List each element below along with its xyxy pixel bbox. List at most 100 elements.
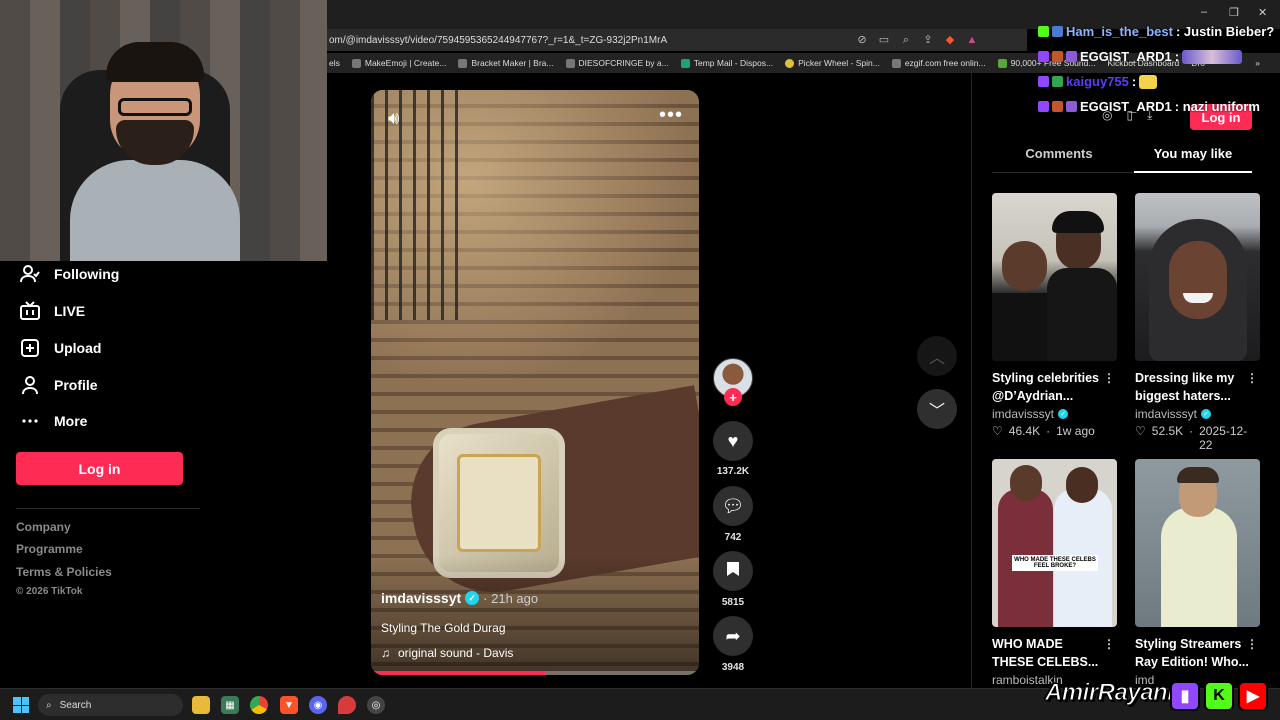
close-icon[interactable]: ✕ [1258, 6, 1267, 19]
comment-icon: 💬︎ [721, 495, 745, 516]
footer-link-programme[interactable]: Programme [16, 542, 83, 556]
video-caption: Styling The Gold Durag [381, 621, 506, 635]
calculator-icon[interactable]: ▦ [221, 696, 239, 714]
twitch-logo-icon: ▮ [1170, 681, 1200, 711]
tab-you-may-like[interactable]: You may like [1134, 146, 1252, 161]
video-progress-bar[interactable] [371, 671, 699, 675]
bookmark-label: Temp Mail - Dispos... [693, 58, 774, 68]
card-more-icon[interactable]: ⋮ [1246, 635, 1258, 653]
sidebar-login-button[interactable]: Log in [16, 452, 183, 485]
video-progress-fill [371, 671, 545, 675]
streamer-webcam [0, 0, 327, 261]
video-thumbnail[interactable] [992, 193, 1117, 361]
reader-icon[interactable]: ▭ [877, 33, 891, 47]
save-count: 5815 [721, 597, 745, 608]
card-title-text: WHO MADE THESE CELEBS... [992, 637, 1099, 669]
chrome-icon[interactable] [250, 696, 268, 714]
video-username[interactable]: imdavisssyt [381, 590, 461, 606]
video-thumbnail[interactable]: WHO MADE THESE CELEBS FEEL BROKE? [992, 459, 1117, 627]
recommended-video-card[interactable]: Dressing like my biggest haters... ⋮ imd… [1135, 193, 1260, 452]
sidebar-item-profile[interactable]: Profile [20, 375, 98, 395]
card-more-icon[interactable]: ⋮ [1103, 635, 1115, 653]
recommended-video-card[interactable]: Styling celebrities @D’Aydrian... ⋮ imda… [992, 193, 1117, 438]
bookmark-label: Bracket Maker | Bra... [471, 58, 554, 68]
brave-shield-icon[interactable]: ◆ [943, 33, 957, 47]
next-video-button[interactable]: ﹀ [917, 389, 957, 429]
taskbar-search[interactable]: ⌕ Search [38, 694, 183, 716]
video-thumbnail[interactable] [1135, 193, 1260, 361]
subscriber-badge-icon [1052, 51, 1063, 62]
follow-plus-button[interactable]: + [724, 388, 742, 406]
footer-link-company[interactable]: Company [16, 520, 71, 534]
twitch-badge-icon [1038, 51, 1049, 62]
tab-comments[interactable]: Comments [992, 146, 1126, 161]
card-more-icon[interactable]: ⋮ [1246, 369, 1258, 387]
meta-separator: · [1046, 424, 1051, 438]
volume-icon[interactable]: 🔊︎ [388, 108, 399, 129]
thumbnail-overlay-text: WHO MADE THESE CELEBS FEEL BROKE? [1012, 555, 1098, 571]
brave-rewards-icon[interactable]: ▲ [965, 33, 979, 47]
translate-icon[interactable]: ⊘ [855, 33, 869, 47]
bookmark-label: MakeEmoji | Create... [364, 58, 447, 68]
file-explorer-icon[interactable] [192, 696, 210, 714]
active-tab-indicator [1134, 171, 1252, 173]
recommended-video-card[interactable]: Styling Streamers Ray Edition! Who... ⋮ … [1135, 459, 1260, 687]
sidebar-item-live[interactable]: LIVE [20, 301, 85, 321]
card-author[interactable]: imdavisssyt ✓ [992, 407, 1117, 421]
share-button[interactable]: ➦ [713, 616, 753, 656]
card-more-icon[interactable]: ⋮ [1103, 369, 1115, 387]
bookmark[interactable]: ezgif.com free onlin... [891, 58, 986, 68]
zoom-icon[interactable]: ⌕ [899, 33, 913, 47]
twitch-badge-icon [1038, 101, 1049, 112]
minimize-icon[interactable]: – [1201, 6, 1207, 18]
bookmark[interactable]: Temp Mail - Dispos... [680, 58, 774, 68]
bookmark-label: DIESOFCRINGE by a... [578, 58, 669, 68]
bookmark[interactable]: MakeEmoji | Create... [351, 58, 447, 68]
maps-pin-icon[interactable] [338, 696, 356, 714]
bookmark[interactable]: Bracket Maker | Bra... [458, 58, 554, 68]
brave-icon[interactable]: ▼ [280, 696, 298, 714]
previous-video-button[interactable]: ︿ [917, 336, 957, 376]
card-title[interactable]: WHO MADE THESE CELEBS... ⋮ [992, 635, 1117, 671]
card-author-name: imdavisssyt [1135, 407, 1198, 421]
video-sound[interactable]: ♫ original sound - Davis [381, 646, 513, 660]
footer-link-terms[interactable]: Terms & Policies [16, 565, 112, 579]
chat-emote-icon [1182, 49, 1243, 64]
comment-count: 742 [724, 532, 742, 543]
video-more-options-icon[interactable]: ••• [659, 104, 683, 127]
card-title[interactable]: Dressing like my biggest haters... ⋮ [1135, 369, 1260, 405]
chat-message: EGGIST_ARD1 : [1038, 49, 1243, 64]
card-author[interactable]: imdavisssyt ✓ [1135, 407, 1260, 421]
video-player[interactable]: 🔊︎ ••• imdavisssyt ✓ · 21h ago Styling T… [371, 90, 699, 675]
subscriber-badge-icon [1052, 101, 1063, 112]
card-title[interactable]: Styling celebrities @D’Aydrian... ⋮ [992, 369, 1117, 405]
bookmark-favicon-icon [565, 58, 575, 68]
music-note-icon: ♫ [381, 646, 390, 660]
verified-badge-icon: ✓ [465, 591, 480, 605]
discord-icon[interactable]: ◉ [309, 696, 327, 714]
sidebar-item-more[interactable]: More [20, 411, 87, 431]
bookmark[interactable]: DIESOFCRINGE by a... [565, 58, 669, 68]
bookmark[interactable]: Picker Wheel - Spin... [785, 58, 880, 68]
sidebar-item-label: Profile [54, 377, 98, 393]
restore-icon[interactable]: ❐ [1229, 6, 1239, 19]
bookmark[interactable]: els [329, 58, 340, 68]
share-icon[interactable]: ⇪ [921, 33, 935, 47]
card-title[interactable]: Styling Streamers Ray Edition! Who... ⋮ [1135, 635, 1260, 671]
save-button[interactable] [713, 551, 753, 591]
sidebar-item-label: Following [54, 266, 120, 282]
windows-start-icon[interactable] [13, 697, 29, 713]
chat-emote-icon [1139, 74, 1158, 89]
meta-separator: · [1189, 424, 1194, 438]
sidebar-item-following[interactable]: Following [20, 264, 119, 284]
like-button[interactable]: ♥ [713, 421, 753, 461]
obs-icon[interactable]: ◎ [367, 696, 385, 714]
bookmarks-overflow-icon[interactable]: » [1255, 58, 1280, 68]
comment-button[interactable]: 💬︎ [713, 486, 753, 526]
video-author[interactable]: imdavisssyt ✓ · 21h ago [381, 590, 538, 606]
recommended-video-card[interactable]: WHO MADE THESE CELEBS FEEL BROKE? WHO MA… [992, 459, 1117, 687]
url-text[interactable]: om/@imdavisssyt/video/759459536524494776… [327, 35, 667, 46]
sidebar-item-upload[interactable]: Upload [20, 338, 101, 358]
video-thumbnail[interactable] [1135, 459, 1260, 627]
chat-text: : [1131, 74, 1137, 89]
